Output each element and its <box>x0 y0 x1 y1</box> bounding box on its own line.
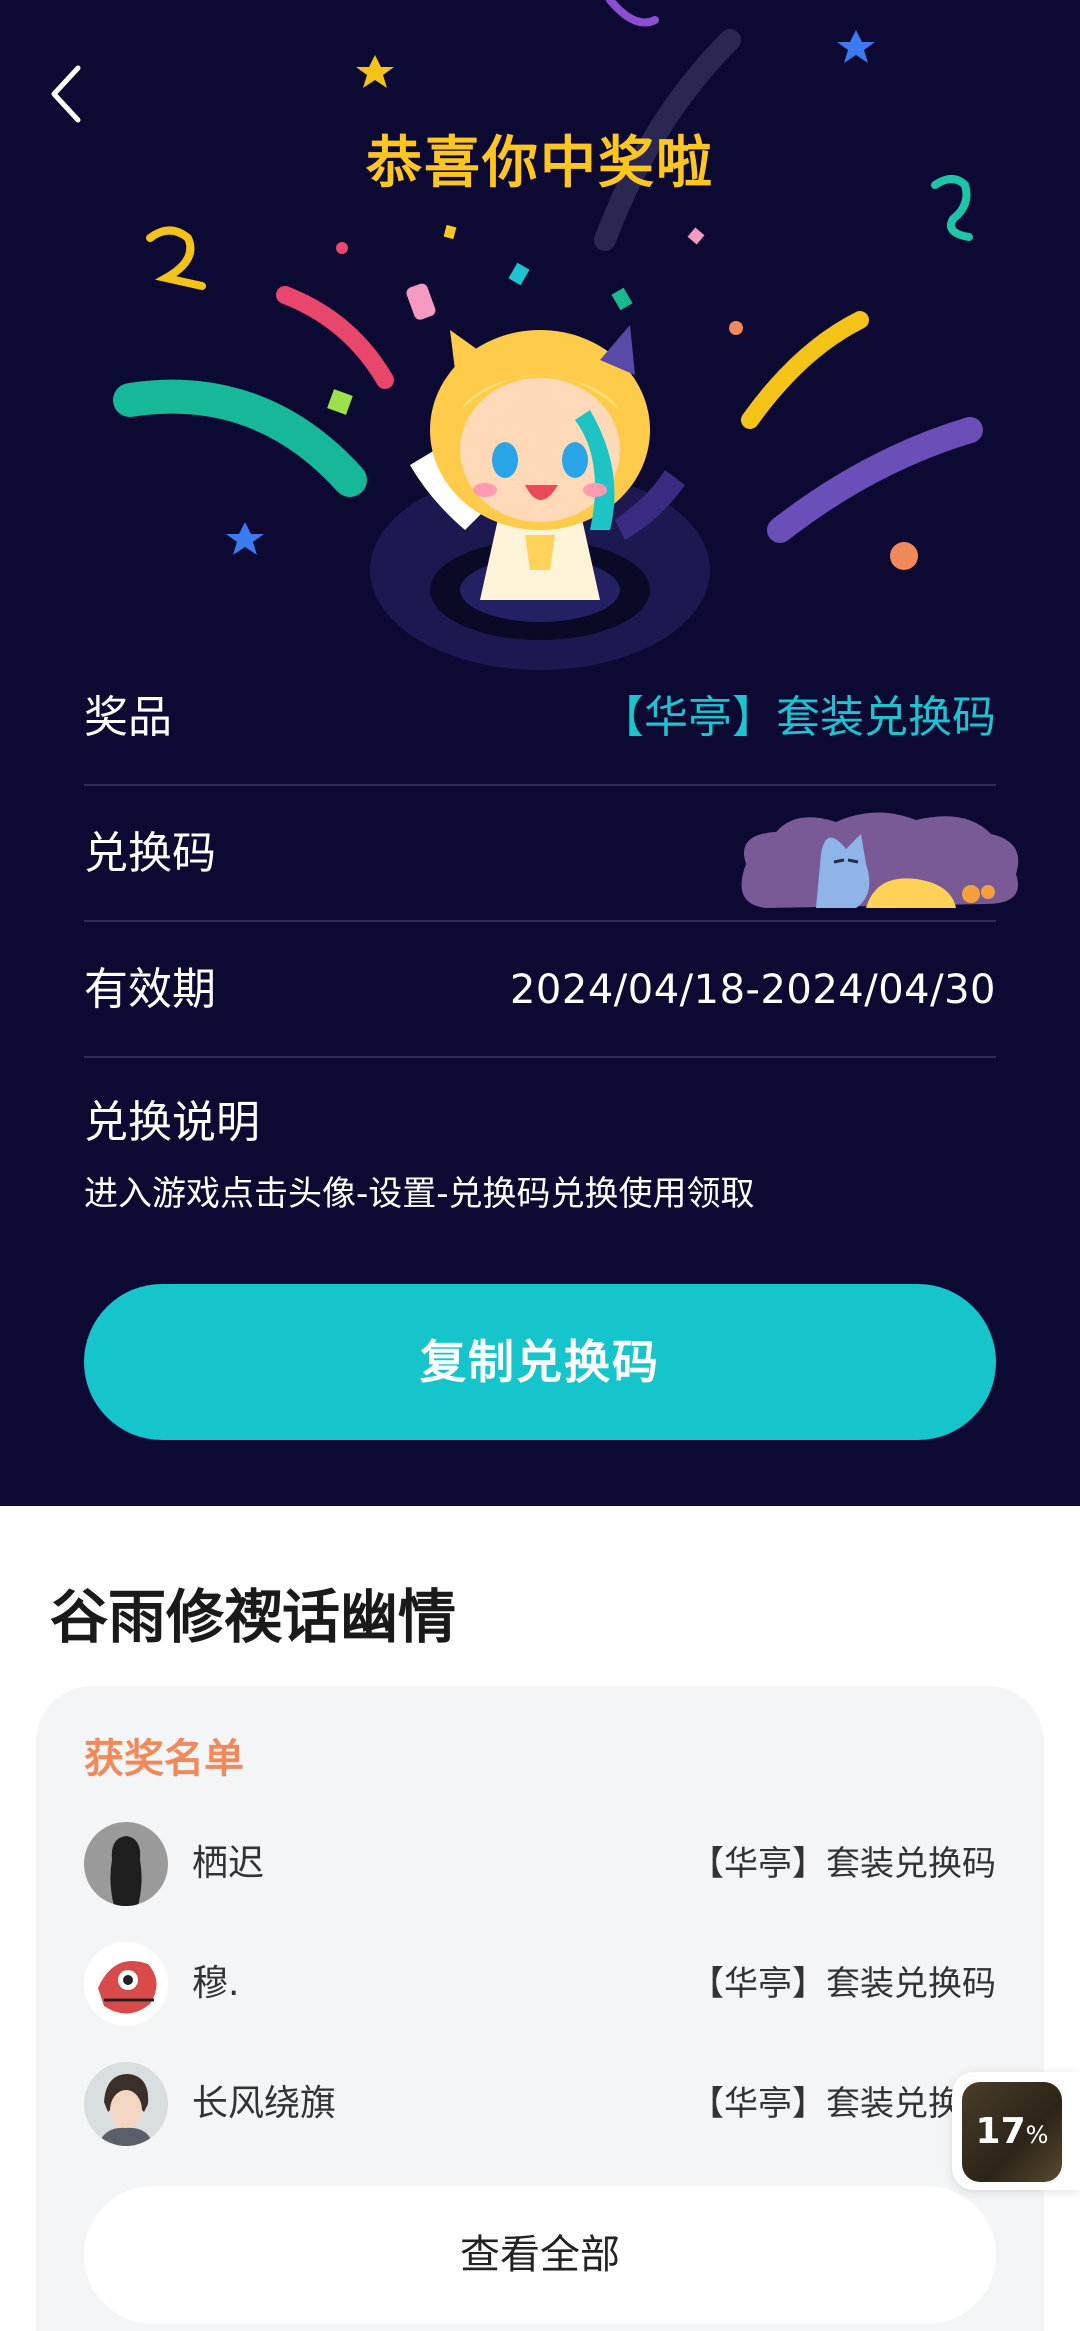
winner-avatar <box>84 2062 168 2146</box>
code-row: 兑换码 <box>84 786 1019 922</box>
winner-prize: 【华亭】套装兑换码 <box>690 1964 996 2004</box>
page-title: 恭喜你中奖啦 <box>366 131 714 196</box>
floating-widget-thumbnail: 17% <box>962 2082 1062 2182</box>
winners-card: 获奖名单 栖迟 【华亭】套装兑换码 穆. 【华亭】套装兑换码 长风绕旗 【华亭】… <box>36 1686 1044 2331</box>
winner-prize: 【华亭】套装兑换码 <box>690 2084 996 2124</box>
prize-label: 奖品 <box>84 692 172 743</box>
code-label: 兑换码 <box>84 828 216 879</box>
progress-percent-value: 17 <box>975 2111 1026 2152</box>
winner-name: 栖迟 <box>192 1843 265 1884</box>
winner-name: 长风绕旗 <box>192 2083 337 2124</box>
prize-row: 奖品 【华亭】套装兑换码 <box>84 650 996 786</box>
prize-info-panel: 奖品 【华亭】套装兑换码 兑换码 有效期 2024/04/18-2024/04/… <box>84 650 1019 1224</box>
winners-title: 获奖名单 <box>84 1736 244 1782</box>
copy-code-button[interactable]: 复制兑换码 <box>84 1284 996 1440</box>
winner-row: 穆. 【华亭】套装兑换码 <box>84 1942 996 2032</box>
instructions-text: 进入游戏点击头像-设置-兑换码兑换使用领取 <box>84 1174 755 1214</box>
floating-progress-widget[interactable]: 17% <box>952 2072 1080 2190</box>
progress-percent-unit: % <box>1025 2121 1049 2149</box>
winner-avatar <box>84 1942 168 2026</box>
view-all-button[interactable]: 查看全部 <box>84 2186 996 2324</box>
winner-row: 长风绕旗 【华亭】套装兑换码 <box>84 2062 996 2152</box>
validity-value: 2024/04/18-2024/04/30 <box>509 967 996 1013</box>
validity-label: 有效期 <box>84 964 216 1015</box>
prize-value: 【华亭】套装兑换码 <box>600 692 996 743</box>
winner-prize: 【华亭】套装兑换码 <box>690 1844 996 1884</box>
activity-title: 谷雨修禊话幽情 <box>50 1583 457 1651</box>
redaction-sticker <box>741 812 1019 908</box>
winner-avatar <box>84 1822 168 1906</box>
instructions-title: 兑换说明 <box>84 1097 260 1148</box>
prize-hero: 恭喜你中奖啦 奖品 【华亭】套装兑换码 兑换码 有效期 2024/04/18-2… <box>0 0 1080 1506</box>
progress-percent: 17% <box>962 2082 1062 2182</box>
winner-row: 栖迟 【华亭】套装兑换码 <box>84 1822 996 1912</box>
validity-row: 有效期 2024/04/18-2024/04/30 <box>84 922 996 1058</box>
instructions-block: 兑换说明 进入游戏点击头像-设置-兑换码兑换使用领取 <box>84 1058 996 1224</box>
mascot-illustration <box>370 325 710 670</box>
winner-name: 穆. <box>192 1963 240 2004</box>
